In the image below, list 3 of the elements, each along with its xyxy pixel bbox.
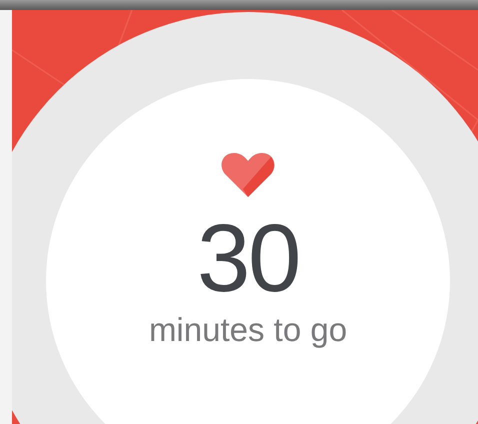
minutes-caption: minutes to go: [148, 313, 348, 346]
minutes-count: 30: [197, 211, 299, 307]
heart-icon: [221, 151, 275, 197]
